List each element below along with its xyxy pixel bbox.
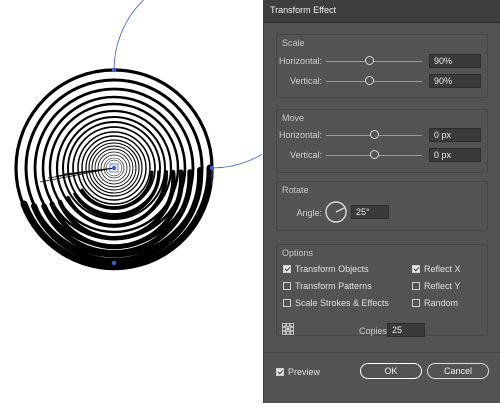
- cancel-button[interactable]: Cancel: [427, 363, 489, 379]
- scale-horizontal-label: Horizontal:: [278, 56, 322, 66]
- transform-objects-checkbox[interactable]: [283, 265, 291, 273]
- reflect-y-label: Reflect Y: [424, 281, 461, 291]
- scale-strokes-label: Scale Strokes & Effects: [295, 298, 389, 308]
- transform-patterns-label: Transform Patterns: [295, 281, 372, 291]
- copies-field[interactable]: [387, 323, 425, 337]
- footer-divider: [264, 352, 500, 353]
- dialog-title: Transform Effect: [270, 5, 337, 15]
- random-checkbox[interactable]: [412, 299, 420, 307]
- reflect-x-checkbox[interactable]: [412, 265, 420, 273]
- scale-horizontal-slider-track[interactable]: [326, 61, 422, 62]
- transform-patterns-checkbox[interactable]: [283, 282, 291, 290]
- transform-objects-label: Transform Objects: [295, 264, 369, 274]
- reflect-y-checkbox[interactable]: [412, 282, 420, 290]
- dialog-titlebar[interactable]: Transform Effect: [264, 0, 500, 23]
- move-vertical-field[interactable]: [429, 148, 481, 162]
- options-section-label: Options: [282, 248, 314, 258]
- scale-section-label: Scale: [282, 38, 305, 48]
- reflect-x-label: Reflect X: [424, 264, 461, 274]
- move-section-label: Move: [282, 113, 305, 123]
- rotate-section-label: Rotate: [282, 185, 309, 195]
- move-vertical-slider-thumb[interactable]: [370, 150, 379, 159]
- transform-effect-dialog[interactable]: Transform Effect Scale Horizontal: Verti…: [263, 0, 500, 403]
- scale-vertical-slider-thumb[interactable]: [365, 76, 374, 85]
- scale-horizontal-slider-thumb[interactable]: [365, 56, 374, 65]
- rotate-angle-field[interactable]: [351, 205, 389, 219]
- reference-point-locator-icon[interactable]: [282, 323, 294, 335]
- artboard-canvas[interactable]: [0, 0, 311, 403]
- scale-vertical-label: Vertical:: [289, 76, 322, 86]
- rotate-angle-label: Angle:: [296, 208, 322, 218]
- scale-vertical-field[interactable]: [429, 74, 481, 88]
- angle-dial-icon[interactable]: [324, 200, 348, 224]
- ok-button[interactable]: OK: [360, 363, 422, 379]
- move-horizontal-label: Horizontal:: [278, 130, 322, 140]
- preview-checkbox[interactable]: [276, 368, 284, 376]
- move-horizontal-slider-thumb[interactable]: [370, 130, 379, 139]
- scale-strokes-checkbox[interactable]: [283, 299, 291, 307]
- preview-label: Preview: [288, 367, 321, 377]
- anchor-point-top: [111, 67, 117, 73]
- scale-vertical-slider-track[interactable]: [326, 81, 422, 82]
- random-label: Random: [424, 298, 459, 308]
- move-vertical-label: Vertical:: [289, 150, 322, 160]
- spiral-artwork[interactable]: [0, 0, 311, 403]
- copies-label: Copies: [359, 326, 388, 336]
- scale-horizontal-field[interactable]: [429, 54, 481, 68]
- move-horizontal-field[interactable]: [429, 128, 481, 142]
